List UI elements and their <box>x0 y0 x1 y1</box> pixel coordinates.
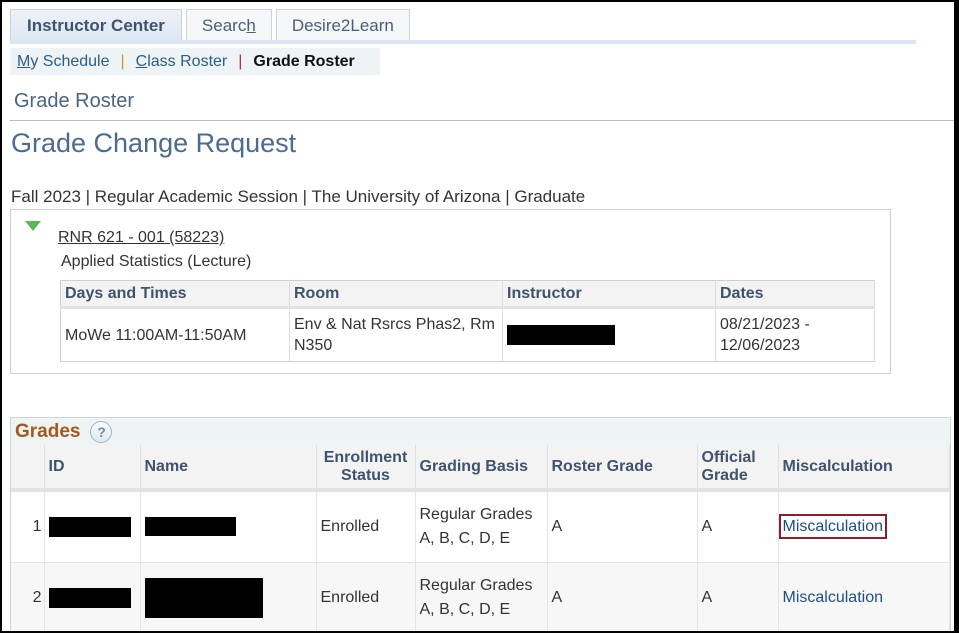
col-miscalculation: Miscalculation <box>778 445 950 492</box>
col-dates: Dates <box>715 280 875 309</box>
miscalculation-link[interactable]: Miscalculation <box>778 513 888 539</box>
divider <box>10 120 954 121</box>
col-id: ID <box>44 445 141 492</box>
nav-separator: | <box>120 52 125 70</box>
page-title: Grade Roster <box>14 90 135 112</box>
official-grade: A <box>697 562 779 631</box>
miscalculation-link[interactable]: Miscalculation <box>783 589 883 606</box>
official-grade: A <box>697 490 779 563</box>
grades-grid: Grades ? ID Name Enrollment Status Gradi… <box>10 417 951 631</box>
main-heading: Grade Change Request <box>11 128 297 158</box>
tab-search-accesskey: h <box>246 16 256 35</box>
row-number: 1 <box>11 490 45 563</box>
grades-header: Grades ? <box>11 418 950 445</box>
nav-class-roster[interactable]: Class Roster <box>136 53 228 71</box>
grading-basis: Regular Grades A, B, C, D, E <box>415 490 548 563</box>
redaction-bar <box>144 517 236 537</box>
class-section-box: RNR 621 - 001 (58223) Applied Statistics… <box>10 209 891 374</box>
redaction-bar <box>48 587 131 608</box>
col-name: Name <box>140 445 317 492</box>
dates: 08/21/2023 - 12/06/2023 <box>715 307 875 362</box>
student-name-redacted <box>140 562 317 631</box>
redaction-bar <box>507 325 615 346</box>
roster-grade: A <box>547 562 698 631</box>
row-number: 2 <box>11 562 45 631</box>
term-info: Fall 2023 | Regular Academic Session | T… <box>11 187 586 206</box>
instructor-redacted <box>502 307 716 362</box>
tab-instructor-center[interactable]: Instructor Center <box>10 9 182 42</box>
col-grading-basis: Grading Basis <box>415 445 548 492</box>
col-roster-grade: Roster Grade <box>547 445 698 492</box>
student-name-redacted <box>140 490 317 563</box>
col-instructor: Instructor <box>502 280 716 309</box>
col-row-number <box>11 445 45 492</box>
tab-desire2learn[interactable]: Desire2Learn <box>275 9 410 42</box>
class-description: Applied Statistics (Lecture) <box>61 253 252 270</box>
col-days-times: Days and Times <box>60 280 290 309</box>
class-section-link[interactable]: RNR 621 - 001 (58223) <box>58 229 224 247</box>
grades-table: ID Name Enrollment Status Grading Basis … <box>11 445 950 631</box>
student-id-redacted <box>44 562 141 631</box>
nav-grade-roster-current: Grade Roster <box>253 52 355 70</box>
enrollment-status: Enrolled <box>316 490 416 563</box>
sub-navigation: My Schedule | Class Roster | Grade Roste… <box>10 48 380 75</box>
table-row: 2 Enrolled Regular Grades A, B, C, D, E … <box>11 562 950 631</box>
col-official-grade: Official Grade <box>697 445 779 492</box>
page-frame: Instructor Center Search Desire2Learn My… <box>2 2 954 631</box>
redaction-bar <box>48 516 131 537</box>
meeting-row: MoWe 11:00AM-11:50AM Env & Nat Rsrcs Pha… <box>60 307 875 362</box>
nav-separator: | <box>238 52 243 70</box>
room: Env & Nat Rsrcs Phas2, Rm N350 <box>289 307 503 362</box>
grading-basis: Regular Grades A, B, C, D, E <box>415 562 548 631</box>
table-row: 1 Enrolled Regular Grades A, B, C, D, E … <box>11 490 950 563</box>
meeting-table: Days and Times Room Instructor Dates MoW… <box>60 280 875 362</box>
student-id-redacted <box>44 490 141 563</box>
col-enrollment-status: Enrollment Status <box>316 445 416 492</box>
nav-my-schedule[interactable]: My Schedule <box>17 53 110 71</box>
tab-search[interactable]: Search <box>185 9 272 42</box>
col-room: Room <box>289 280 503 309</box>
help-icon[interactable]: ? <box>90 420 113 443</box>
collapse-triangle-icon[interactable] <box>25 221 41 231</box>
grades-title: Grades <box>15 420 81 442</box>
top-tabs: Instructor Center Search Desire2Learn <box>10 9 414 42</box>
miscalculation-cell: Miscalculation <box>778 490 950 563</box>
days-times: MoWe 11:00AM-11:50AM <box>60 307 290 362</box>
roster-grade: A <box>547 490 698 563</box>
grades-header-row: ID Name Enrollment Status Grading Basis … <box>11 445 950 492</box>
meeting-header-row: Days and Times Room Instructor Dates <box>60 280 875 309</box>
redaction-bar <box>144 578 263 618</box>
enrollment-status: Enrolled <box>316 562 416 631</box>
tab-search-label: Searc <box>201 16 247 35</box>
tab-underline <box>10 40 916 44</box>
miscalculation-cell: Miscalculation <box>778 562 950 631</box>
